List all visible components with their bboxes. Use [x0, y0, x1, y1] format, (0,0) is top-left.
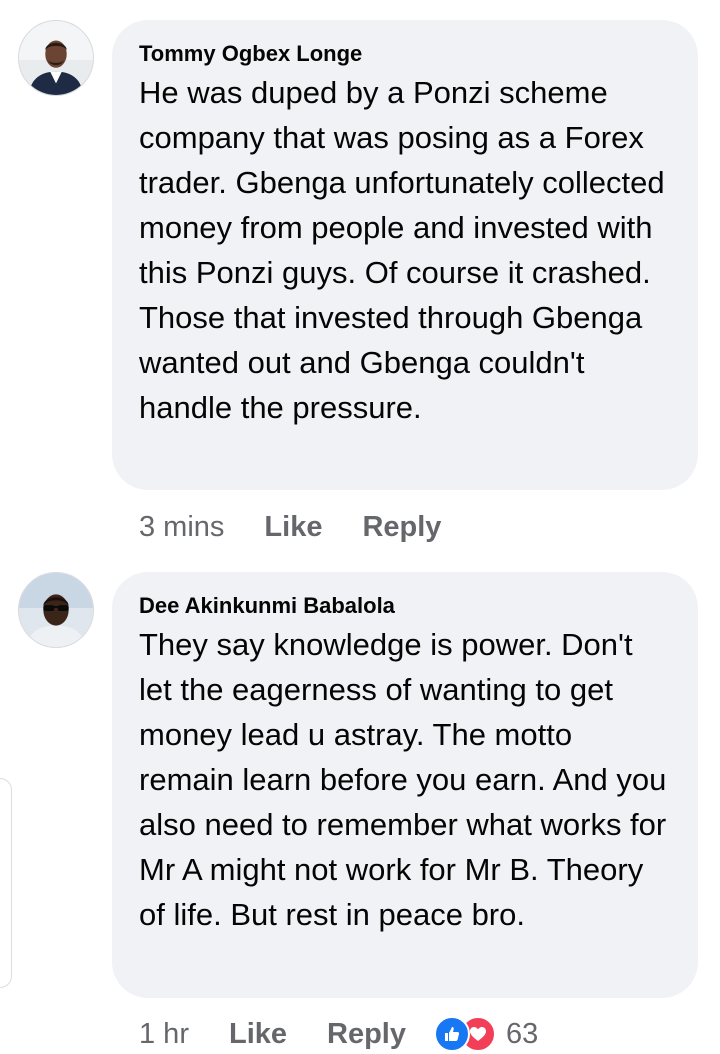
reaction-count: 63	[506, 1017, 539, 1050]
comment-text: He was duped by a Ponzi scheme company t…	[139, 75, 665, 425]
reply-button[interactable]: Reply	[327, 1018, 406, 1051]
like-button[interactable]: Like	[264, 511, 322, 544]
avatar[interactable]	[18, 20, 94, 96]
comment-bubble: Tommy Ogbex Longe He was duped by a Ponz…	[112, 20, 698, 490]
like-icon	[434, 1016, 470, 1052]
comment-author[interactable]: Dee Akinkunmi Babalola	[139, 592, 672, 620]
comment-author[interactable]: Tommy Ogbex Longe	[139, 40, 672, 68]
comment-actions: 3 mins Like Reply	[139, 507, 481, 547]
side-panel-edge	[0, 778, 12, 988]
avatar[interactable]	[18, 572, 94, 648]
comment-bubble: Dee Akinkunmi Babalola They say knowledg…	[112, 572, 698, 998]
comment-actions: 1 hr Like Reply 63	[139, 1014, 538, 1054]
comment-timestamp[interactable]: 1 hr	[139, 1018, 189, 1051]
profile-photo	[19, 573, 93, 647]
comment-text: They say knowledge is power. Don't let t…	[139, 627, 667, 932]
comment-timestamp[interactable]: 3 mins	[139, 511, 224, 544]
profile-photo	[19, 21, 93, 95]
reply-button[interactable]: Reply	[362, 511, 441, 544]
reactions-summary[interactable]: 63	[434, 1016, 538, 1052]
like-button[interactable]: Like	[229, 1018, 287, 1051]
